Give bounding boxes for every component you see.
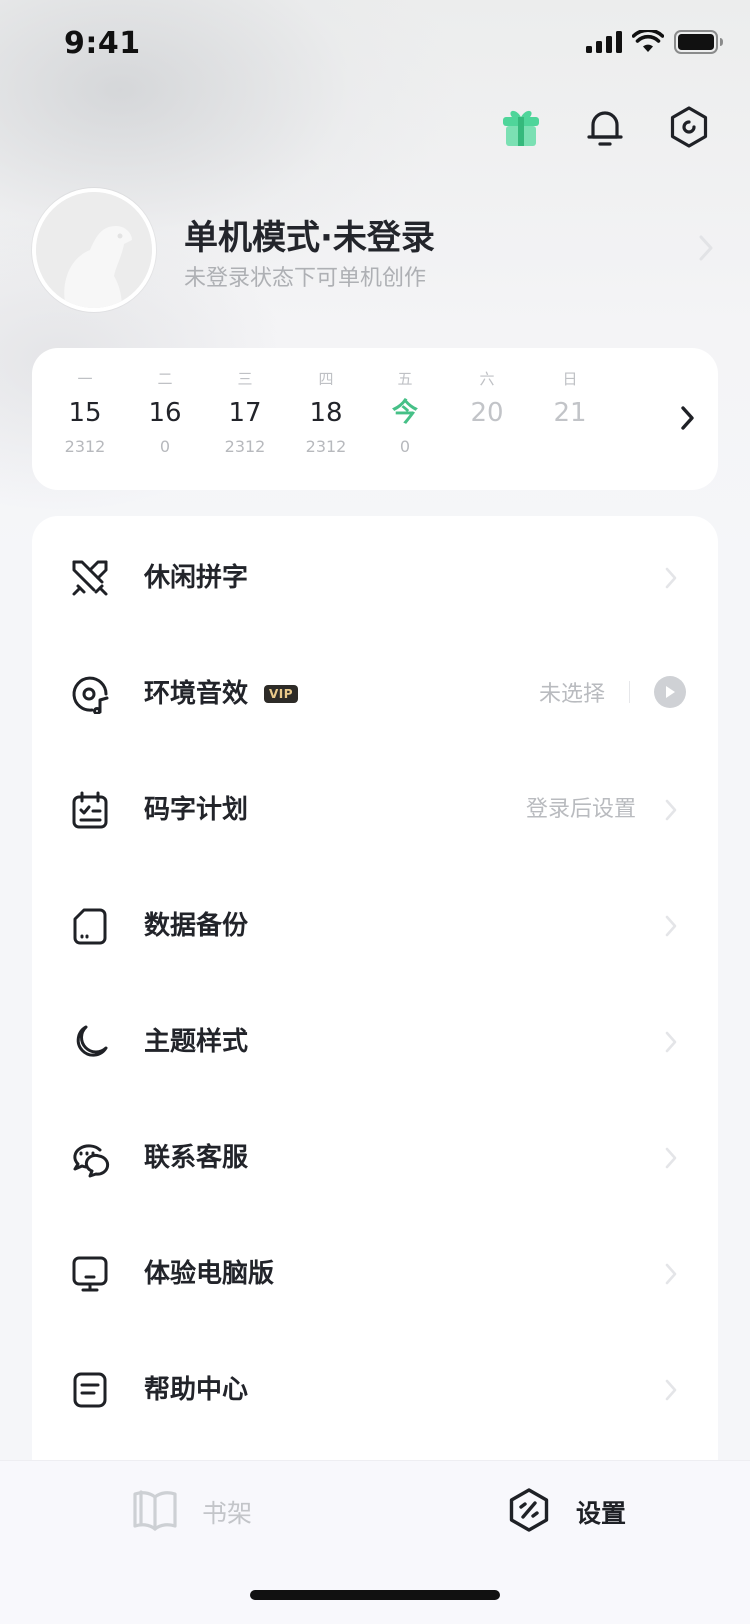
word-count: 0	[159, 437, 171, 456]
day-number: 18	[309, 398, 343, 428]
music-disc-icon	[70, 674, 110, 715]
day-number: 15	[68, 398, 102, 428]
menu-item-label: 数据备份	[144, 911, 249, 941]
menu-item-theme-style[interactable]: 主题样式	[32, 980, 718, 1100]
word-count: 2312	[305, 437, 347, 456]
next-week-chevron-icon[interactable]	[680, 404, 696, 436]
battery-icon	[674, 30, 724, 58]
weekday-label: 日	[562, 370, 578, 388]
chevron-right-icon	[664, 1262, 678, 1290]
play-icon[interactable]	[654, 676, 686, 708]
calendar-day[interactable]: 二 16 0	[130, 368, 200, 458]
menu-item-ambient-sound[interactable]: 环境音效 VIP 未选择	[32, 632, 718, 752]
menu-item-casual-typing[interactable]: 休闲拼字	[32, 516, 718, 636]
home-indicator	[250, 1590, 500, 1600]
day-number: 17	[228, 398, 262, 428]
menu-item-label: 体验电脑版	[144, 1259, 275, 1289]
menu-item-label: 帮助中心	[144, 1375, 249, 1405]
chevron-right-icon	[664, 1378, 678, 1406]
divider	[629, 681, 630, 703]
hexagon-settings-icon[interactable]	[666, 104, 712, 150]
chevron-right-icon	[664, 914, 678, 942]
calendar-day[interactable]: 三 17 2312	[210, 368, 280, 458]
calendar-check-icon	[70, 790, 110, 830]
tab-bookshelf[interactable]: 书架	[132, 1485, 252, 1539]
day-number: 20	[470, 398, 504, 428]
word-count: 0	[399, 437, 411, 456]
calendar-day[interactable]: 日 21	[535, 368, 605, 458]
menu-item-label: 环境音效	[144, 679, 249, 709]
menu-item-label: 联系客服	[144, 1143, 249, 1173]
avatar[interactable]	[32, 188, 156, 312]
menu-item-help-center[interactable]: 帮助中心	[32, 1328, 718, 1448]
word-count	[452, 436, 522, 458]
settings-tab-icon	[506, 1487, 552, 1537]
sound-value: 未选择	[538, 682, 605, 707]
weekday-label: 五	[397, 370, 413, 388]
weekday-label: 一	[77, 370, 93, 388]
chevron-right-icon	[664, 1030, 678, 1058]
weekday-label: 三	[237, 370, 253, 388]
menu-item-data-backup[interactable]: 数据备份	[32, 864, 718, 984]
day-number: 21	[553, 398, 587, 428]
moon-icon	[70, 1022, 110, 1062]
top-actions	[498, 104, 712, 150]
status-bar: 9:41	[0, 0, 750, 92]
menu-item-label: 码字计划	[144, 795, 249, 825]
chevron-right-icon	[664, 798, 678, 826]
crossed-swords-icon	[70, 558, 110, 598]
sound-selection: 未选择	[539, 676, 686, 708]
calendar-day[interactable]: 一 15 2312	[50, 368, 120, 458]
day-number: 今	[391, 398, 418, 428]
tab-settings[interactable]: 设置	[506, 1485, 626, 1539]
status-icons	[586, 28, 724, 58]
weekday-label: 二	[157, 370, 173, 388]
weekday-label: 四	[318, 370, 334, 388]
vip-badge: VIP	[264, 685, 299, 703]
word-count: 2312	[224, 437, 266, 456]
menu-item-label: 休闲拼字	[144, 563, 249, 593]
chat-bubbles-icon	[70, 1138, 110, 1178]
menu-item-writing-plan[interactable]: 码字计划 登录后设置	[32, 748, 718, 868]
status-time: 9:41	[64, 26, 141, 61]
chevron-right-icon	[664, 566, 678, 594]
chevron-right-icon	[664, 1146, 678, 1174]
calendar-day[interactable]: 六 20	[452, 368, 522, 458]
menu-item-desktop-version[interactable]: 体验电脑版	[32, 1212, 718, 1332]
word-count	[535, 436, 605, 458]
menu-item-label: 主题样式	[144, 1027, 249, 1057]
menu-item-label-wrap: 环境音效 VIP	[144, 676, 299, 712]
settings-menu: 休闲拼字 环境音效 VIP 未选择 码字计划 登录后设置 数据备份 主题样式 联…	[32, 516, 718, 1516]
gift-icon[interactable]	[498, 104, 544, 150]
calendar-day[interactable]: 四 18 2312	[291, 368, 361, 458]
sd-card-icon	[70, 906, 110, 946]
profile-subtitle: 未登录状态下可单机创作	[184, 266, 427, 291]
calendar-day-today[interactable]: 五 今 0	[370, 368, 440, 458]
week-calendar: 一 15 2312 二 16 0 三 17 2312 四 18 2312 五 今…	[32, 348, 718, 490]
word-count: 2312	[64, 437, 106, 456]
cellular-signal-icon	[586, 31, 622, 57]
menu-item-customer-service[interactable]: 联系客服	[32, 1096, 718, 1216]
chevron-right-icon	[698, 234, 714, 266]
menu-item-value: 登录后设置	[525, 797, 636, 822]
wifi-icon	[631, 28, 665, 58]
bell-icon[interactable]	[582, 104, 628, 150]
book-icon	[132, 1489, 178, 1535]
tab-label: 书架	[202, 1499, 253, 1528]
tab-label: 设置	[576, 1499, 627, 1528]
profile-section[interactable]: 单机模式·未登录 未登录状态下可单机创作	[32, 188, 718, 314]
monitor-icon	[70, 1254, 110, 1294]
document-icon	[70, 1370, 110, 1410]
day-number: 16	[148, 398, 182, 428]
weekday-label: 六	[479, 370, 495, 388]
profile-name: 单机模式·未登录	[184, 218, 435, 258]
